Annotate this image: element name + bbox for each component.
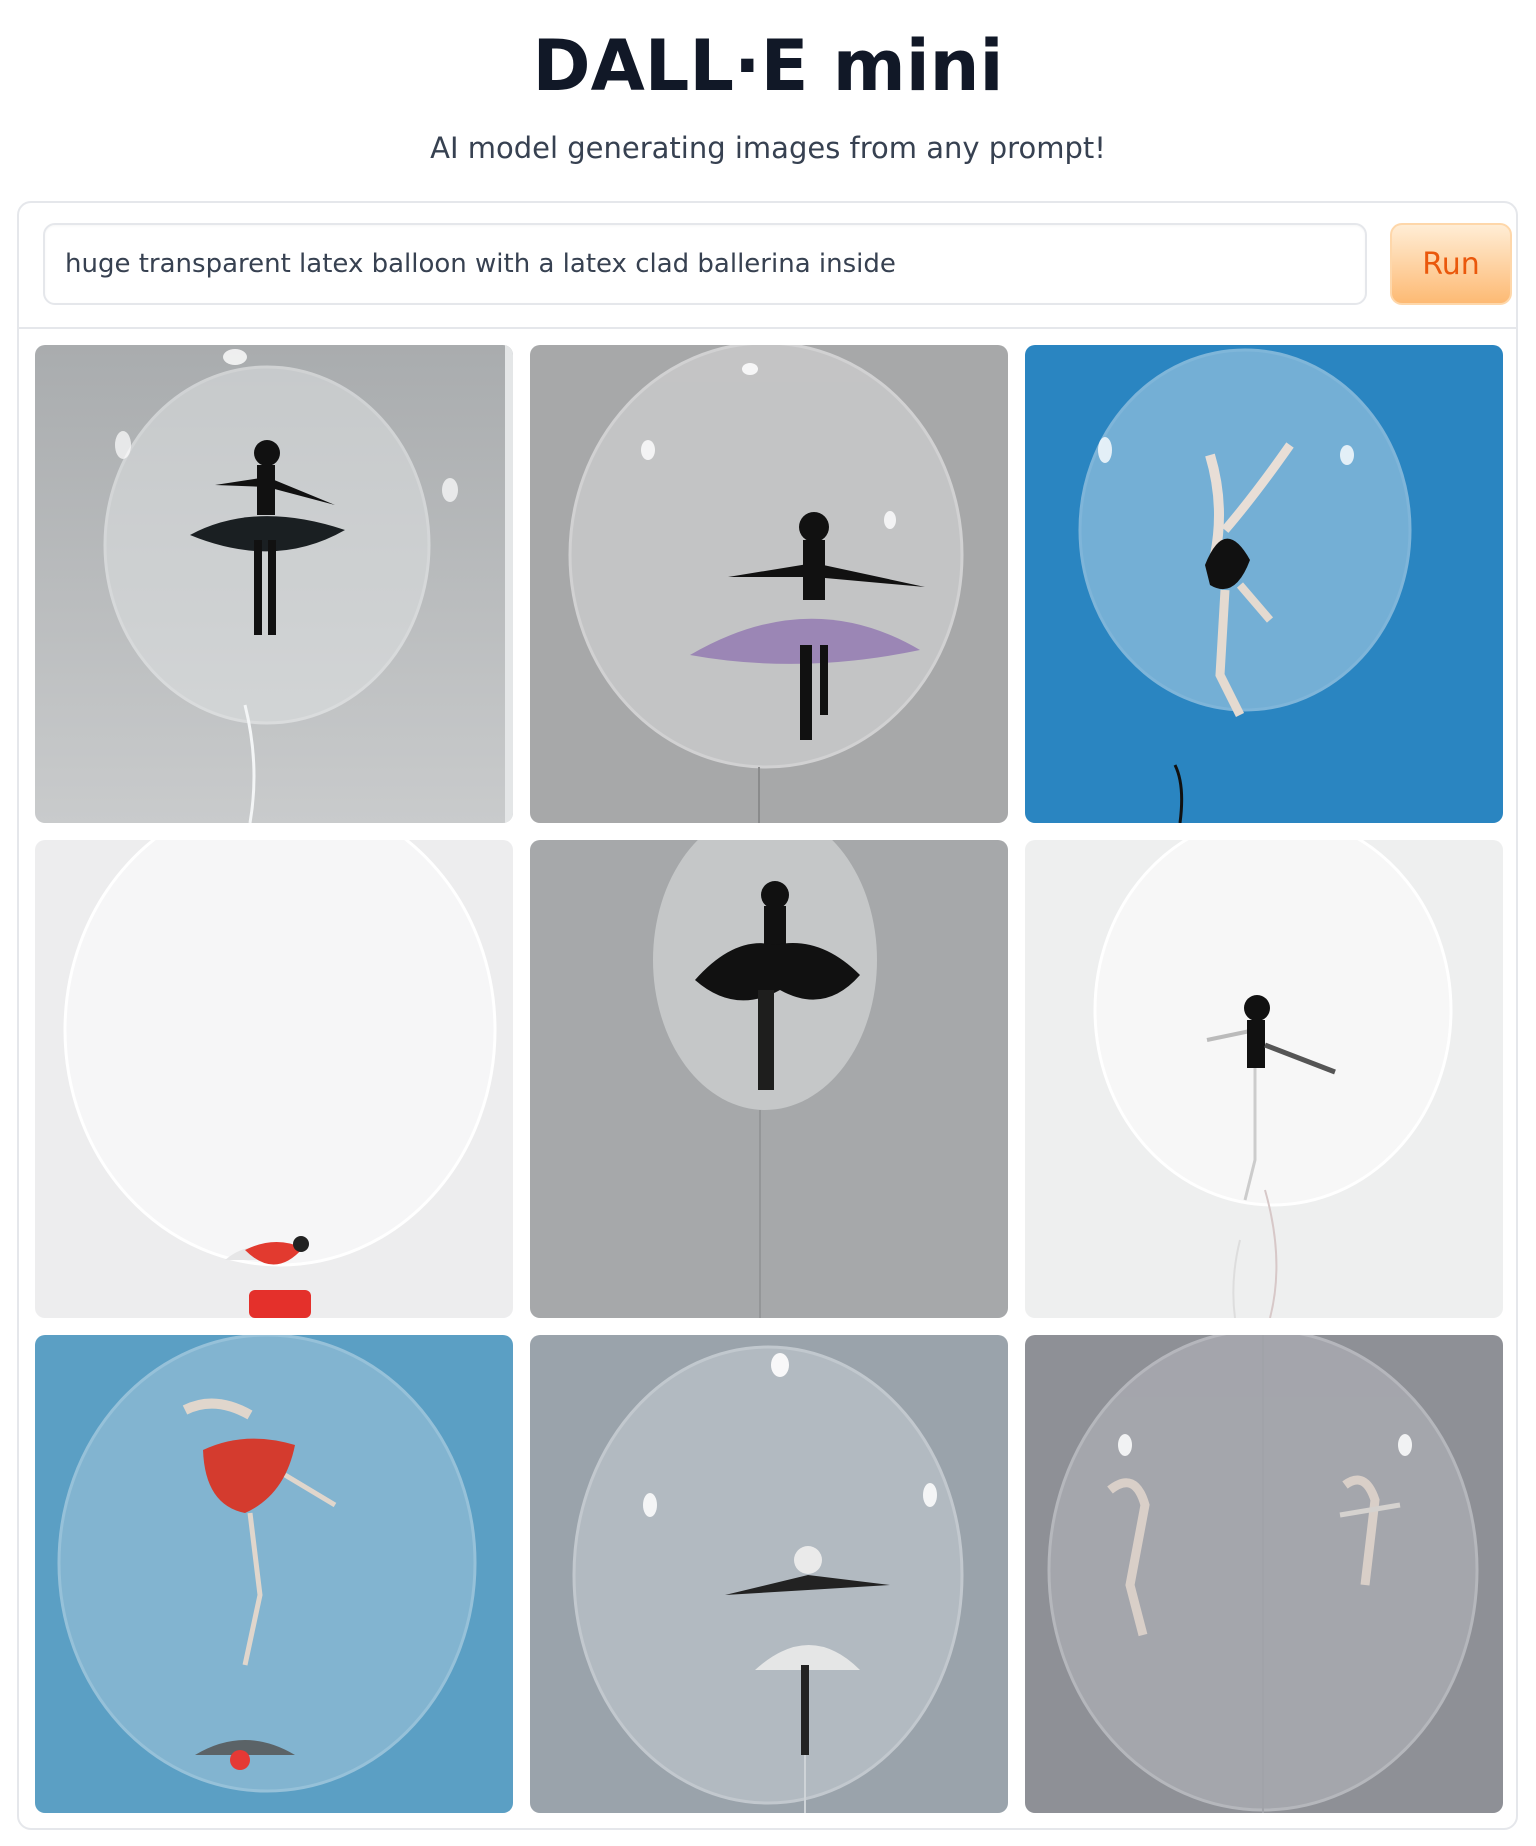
balloon-ballerina-image — [530, 345, 1008, 823]
balloon-ballerina-image — [530, 840, 1008, 1318]
balloon-ballerina-image — [35, 840, 513, 1318]
generated-image-4[interactable] — [35, 840, 513, 1318]
prompt-bar: Run — [19, 203, 1516, 329]
generated-image-3[interactable] — [1025, 345, 1503, 823]
generated-image-1[interactable] — [35, 345, 513, 823]
generated-image-9[interactable] — [1025, 1335, 1503, 1813]
balloon-ballerina-image — [1025, 840, 1503, 1318]
balloon-ballerina-image — [530, 1335, 1008, 1813]
balloon-ballerina-image — [35, 345, 513, 823]
generated-image-6[interactable] — [1025, 840, 1503, 1318]
balloon-ballerina-image — [1025, 345, 1503, 823]
run-button[interactable]: Run — [1390, 223, 1512, 305]
app-title: DALL·E mini — [532, 25, 1004, 107]
generated-image-5[interactable] — [530, 840, 1008, 1318]
generator-panel: Run — [17, 201, 1518, 1830]
image-gallery — [35, 345, 1505, 1813]
balloon-ballerina-image — [35, 1335, 513, 1813]
app-subtitle: AI model generating images from any prom… — [430, 131, 1106, 165]
prompt-input[interactable] — [43, 223, 1367, 305]
balloon-ballerina-image — [1025, 1335, 1503, 1813]
generated-image-7[interactable] — [35, 1335, 513, 1813]
generated-image-8[interactable] — [530, 1335, 1008, 1813]
generated-image-2[interactable] — [530, 345, 1008, 823]
